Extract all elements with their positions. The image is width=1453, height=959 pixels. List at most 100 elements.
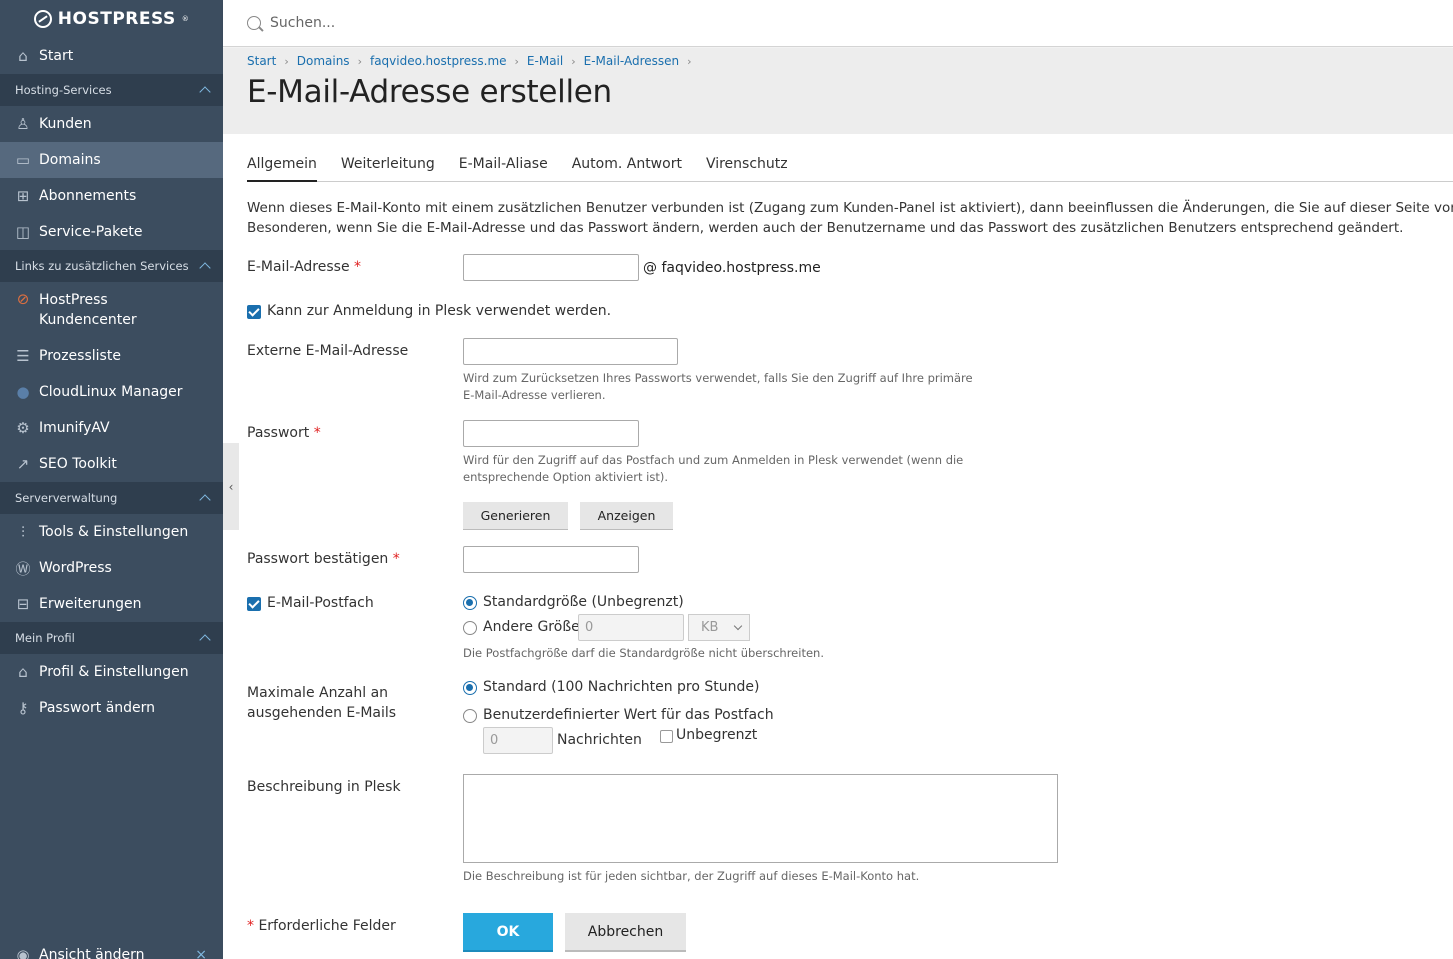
chevron-right-icon: › xyxy=(357,54,362,68)
tab-allgemein[interactable]: Allgemein xyxy=(247,156,317,182)
chevron-up-icon xyxy=(199,262,211,274)
size-other-label: Andere Größe xyxy=(483,619,580,635)
sidebar-item-start[interactable]: ⌂ Start xyxy=(0,38,223,74)
ok-button[interactable]: OK xyxy=(463,913,553,952)
external-email-field[interactable] xyxy=(463,338,678,365)
description-hint: Die Beschreibung ist für jeden sichtbar,… xyxy=(463,869,920,883)
extensions-icon: ⊟ xyxy=(16,595,30,613)
close-icon[interactable]: × xyxy=(195,947,207,959)
max-outgoing-label: Maximale Anzahl an ausgehenden E-Mails xyxy=(247,685,397,721)
book-icon: ◫ xyxy=(15,223,31,241)
sidebar-group-server[interactable]: Serververwaltung xyxy=(0,482,223,514)
description-textarea[interactable] xyxy=(463,774,1058,863)
size-hint: Die Postfachgröße darf die Standardgröße… xyxy=(463,646,824,660)
search-input[interactable] xyxy=(270,15,670,31)
chevron-up-icon xyxy=(199,494,211,506)
breadcrumb-email-addresses[interactable]: E-Mail-Adressen xyxy=(584,54,680,68)
breadcrumb-email[interactable]: E-Mail xyxy=(527,54,563,68)
home-icon: ⌂ xyxy=(18,47,28,65)
size-other-radio[interactable] xyxy=(463,621,477,635)
sidebar-item-wordpress[interactable]: Ⓦ WordPress xyxy=(0,550,223,586)
show-password-button[interactable]: Anzeigen xyxy=(580,502,673,530)
chevron-right-icon: › xyxy=(571,54,576,68)
mailbox-label: E-Mail-Postfach xyxy=(267,595,374,611)
max-custom-radio[interactable] xyxy=(463,709,477,723)
unlimited-label: Unbegrenzt xyxy=(676,727,758,743)
chevron-down-icon xyxy=(733,621,743,631)
tab-weiterleitung[interactable]: Weiterleitung xyxy=(341,156,435,182)
confirm-password-label: Passwort bestätigen * xyxy=(247,551,400,567)
page-header: Start › Domains › faqvideo.hostpress.me › E… xyxy=(223,48,1453,134)
max-default-radio[interactable] xyxy=(463,681,477,695)
chevron-up-icon xyxy=(199,86,211,98)
sidebar-item-prozessliste[interactable]: ☰ Prozessliste xyxy=(0,338,223,374)
search-icon xyxy=(247,16,261,30)
sidebar-group-links[interactable]: Links zu zusätzlichen Services xyxy=(0,250,223,282)
chevron-left-icon: ‹ xyxy=(228,479,234,494)
monitor-icon: ▭ xyxy=(15,151,31,169)
user-icon: ♙ xyxy=(16,115,30,133)
password-field[interactable] xyxy=(463,420,639,447)
sidebar-item-service-pakete[interactable]: ◫ Service-Pakete xyxy=(0,214,223,250)
grid-icon: ⊞ xyxy=(16,187,30,205)
max-custom-label: Benutzerdefinierter Wert für das Postfac… xyxy=(483,707,774,723)
sidebar-item-cloudlinux[interactable]: ● CloudLinux Manager xyxy=(0,374,223,410)
sidebar: HOSTPRESS ® ⌂ Start Hosting-Services ♙ Kund… xyxy=(0,0,223,959)
chevron-right-icon: › xyxy=(284,54,289,68)
hostpress-icon: ⊘ xyxy=(16,290,30,308)
sliders-icon: ⫶ xyxy=(21,523,25,541)
sidebar-item-erweiterungen[interactable]: ⊟ Erweiterungen xyxy=(0,586,223,622)
breadcrumb: Start › Domains › faqvideo.hostpress.me › E… xyxy=(247,54,1453,68)
sidebar-item-profil[interactable]: ⌂ Profil & Einstellungen xyxy=(0,654,223,690)
external-email-label: Externe E-Mail-Adresse xyxy=(247,343,409,359)
tab-autom-antwort[interactable]: Autom. Antwort xyxy=(572,156,682,182)
sidebar-group-profile[interactable]: Mein Profil xyxy=(0,622,223,654)
email-field[interactable] xyxy=(463,254,639,281)
wordpress-icon: Ⓦ xyxy=(15,559,31,578)
required-fields-note: * Erforderliche Felder xyxy=(247,918,396,934)
mailbox-checkbox[interactable] xyxy=(247,597,261,611)
sidebar-group-hosting[interactable]: Hosting-Services xyxy=(0,74,223,106)
sidebar-item-abonnements[interactable]: ⊞ Abonnements xyxy=(0,178,223,214)
breadcrumb-start[interactable]: Start xyxy=(247,54,276,68)
breadcrumb-domains[interactable]: Domains xyxy=(297,54,350,68)
tab-virenschutz[interactable]: Virenschutz xyxy=(706,156,788,182)
max-unit-label: Nachrichten xyxy=(557,732,642,748)
sidebar-item-ansicht[interactable]: ◉ Ansicht ändern × xyxy=(0,937,223,959)
tab-email-aliase[interactable]: E-Mail-Aliase xyxy=(459,156,548,182)
max-custom-input[interactable] xyxy=(483,727,553,754)
top-bar xyxy=(223,0,1453,47)
generate-button[interactable]: Generieren xyxy=(463,502,568,530)
size-default-radio[interactable] xyxy=(463,596,477,610)
max-default-label: Standard (100 Nachrichten pro Stunde) xyxy=(483,679,760,695)
confirm-password-field[interactable] xyxy=(463,546,639,573)
sidebar-item-seo-toolkit[interactable]: ↗ SEO Toolkit xyxy=(0,446,223,482)
chevron-right-icon: › xyxy=(514,54,519,68)
sidebar-item-hostpress-kundencenter[interactable]: ⊘ HostPress Kundencenter xyxy=(0,282,223,338)
page-title: E-Mail-Adresse erstellen xyxy=(247,74,612,110)
cancel-button[interactable]: Abbrechen xyxy=(565,913,686,952)
password-label: Passwort * xyxy=(247,425,321,441)
login-checkbox[interactable] xyxy=(247,305,261,319)
sidebar-collapse-toggle[interactable]: ‹ xyxy=(223,443,239,530)
list-icon: ☰ xyxy=(16,347,30,365)
chevron-up-icon xyxy=(199,634,211,646)
brand-logo[interactable]: HOSTPRESS ® xyxy=(0,0,223,38)
sidebar-item-imunify[interactable]: ⚙ ImunifyAV xyxy=(0,410,223,446)
sidebar-item-domains[interactable]: ▭ Domains xyxy=(0,142,223,178)
size-other-input[interactable] xyxy=(578,614,684,641)
unlimited-checkbox[interactable] xyxy=(660,730,673,743)
cloudlinux-icon: ● xyxy=(16,383,30,401)
profile-icon: ⌂ xyxy=(18,663,28,681)
breadcrumb-domain[interactable]: faqvideo.hostpress.me xyxy=(370,54,507,68)
size-unit-select[interactable]: KB xyxy=(688,614,750,641)
size-default-label: Standardgröße (Unbegrenzt) xyxy=(483,594,684,610)
sidebar-item-tools[interactable]: ⫶ Tools & Einstellungen xyxy=(0,514,223,550)
external-email-hint: Wird zum Zurücksetzen Ihres Passworts ve… xyxy=(463,371,973,402)
sidebar-item-passwort[interactable]: ⚷ Passwort ändern xyxy=(0,690,223,726)
hostpress-logo-icon xyxy=(33,10,52,28)
password-hint: Wird für den Zugriff auf das Postfach un… xyxy=(463,453,964,484)
gear-icon: ⚙ xyxy=(16,419,30,437)
login-checkbox-label: Kann zur Anmeldung in Plesk verwendet we… xyxy=(267,303,612,319)
sidebar-item-kunden[interactable]: ♙ Kunden xyxy=(0,106,223,142)
